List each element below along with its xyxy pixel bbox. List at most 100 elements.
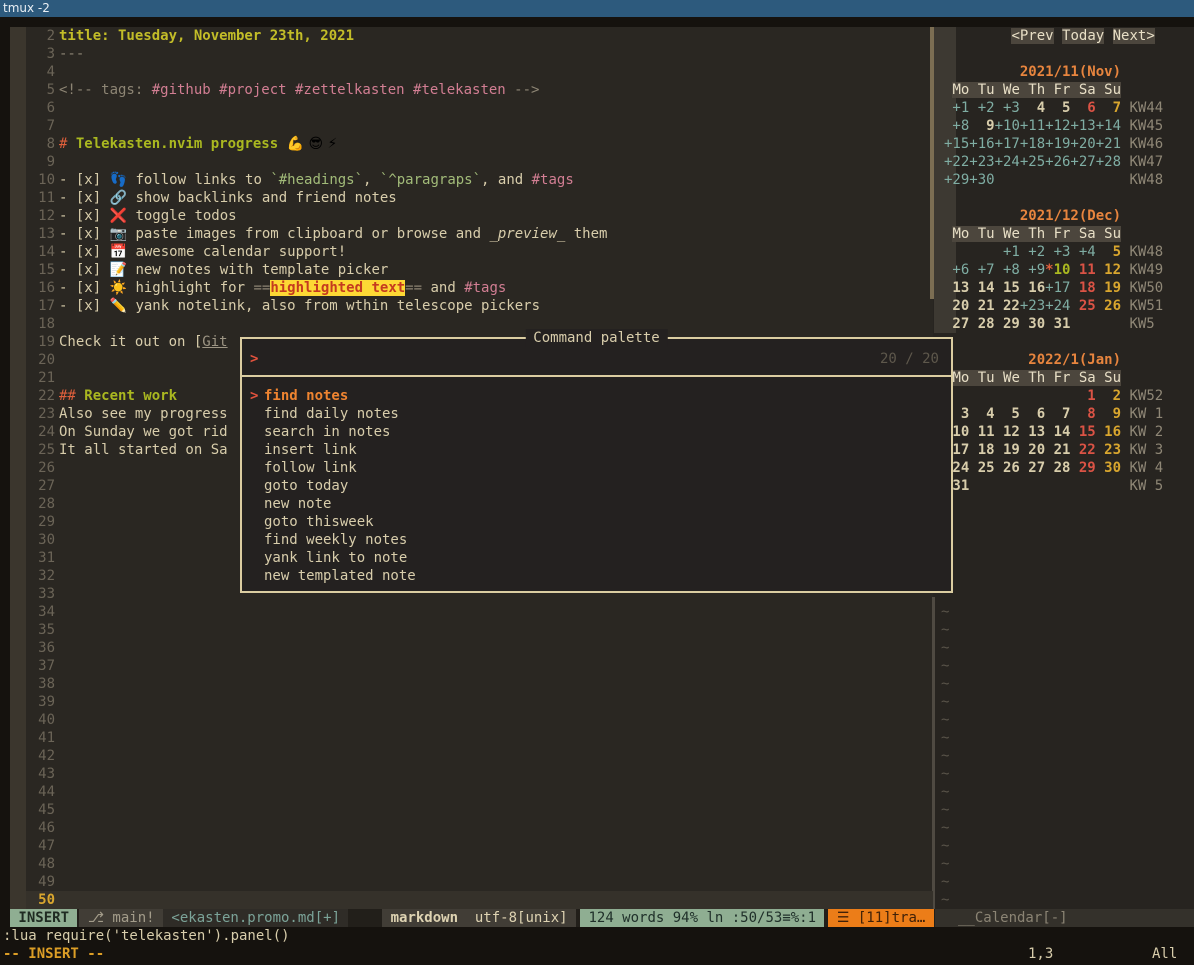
calendar-day-run[interactable]: 8 — [1070, 406, 1095, 422]
editor-line[interactable]: 9 — [26, 153, 933, 171]
window-title: tmux -2 — [0, 1, 50, 15]
calendar-weekday-header: Mo Tu We Th Fr Sa Su — [952, 82, 1121, 98]
editor-line[interactable]: 7 — [26, 117, 933, 135]
editor-line[interactable]: 8# Telekasten.nvim progress 💪 😎 ⚡ — [26, 135, 933, 153]
calendar-day-run[interactable]: 2 — [1096, 388, 1121, 404]
calendar-day-run[interactable]: 17 18 19 20 21 — [944, 442, 1070, 458]
command-line[interactable]: :lua require('telekasten').panel() — [3, 927, 290, 945]
editor-line[interactable]: 37 — [26, 657, 933, 675]
calendar-day-run[interactable]: 3 4 5 6 7 — [944, 406, 1070, 422]
editor-line[interactable]: 12- [x] ❌ toggle todos — [26, 207, 933, 225]
editor-line[interactable]: 16- [x] ☀️ highlight for ==highlighted t… — [26, 279, 933, 297]
calendar-day-run[interactable]: 20 21 22 — [944, 298, 1020, 314]
editor-line[interactable]: 45 — [26, 801, 933, 819]
palette-item[interactable]: search in notes — [242, 423, 951, 441]
calendar-day-run[interactable]: +8 — [944, 118, 969, 134]
editor-line[interactable]: 36 — [26, 639, 933, 657]
calendar-day-run[interactable]: 6 — [1070, 100, 1095, 116]
text-run: Telekasten.nvim progress — [76, 136, 287, 152]
editor-line[interactable]: 17- [x] ✏️ yank notelink, also from wthi… — [26, 297, 933, 315]
editor-line[interactable]: 6 — [26, 99, 933, 117]
editor-line[interactable]: 14- [x] 📅 awesome calendar support! — [26, 243, 933, 261]
editor-line[interactable]: 34 — [26, 603, 933, 621]
palette-item[interactable]: goto thisweek — [242, 513, 951, 531]
calendar-day-run[interactable]: 26 — [1096, 298, 1121, 314]
calendar-nav-button[interactable]: Today — [1062, 28, 1104, 44]
text-run: - [x] — [59, 298, 110, 314]
editor-line[interactable]: 2title: Tuesday, November 23th, 2021 — [26, 27, 933, 45]
editor-line[interactable]: 13- [x] 📷 paste images from clipboard or… — [26, 225, 933, 243]
calendar-day-run[interactable]: +29+30 — [944, 172, 995, 188]
editor-line[interactable]: 15- [x] 📝 new notes with template picker — [26, 261, 933, 279]
text-run: - [x] — [59, 172, 110, 188]
calendar-day-run[interactable]: 5 — [1096, 244, 1121, 260]
text-run: , — [363, 172, 380, 188]
calendar-day-run[interactable]: 18 — [1070, 280, 1095, 296]
calendar-day-run[interactable]: 15 — [1070, 424, 1095, 440]
editor-line[interactable]: 35 — [26, 621, 933, 639]
editor-line[interactable]: 11- [x] 🔗 show backlinks and friend note… — [26, 189, 933, 207]
calendar-day-run[interactable]: 25 — [1070, 298, 1095, 314]
editor-line[interactable]: 40 — [26, 711, 933, 729]
editor-line[interactable]: 3--- — [26, 45, 933, 63]
editor-line[interactable]: 42 — [26, 747, 933, 765]
window-titlebar[interactable]: tmux -2 — [0, 0, 1194, 17]
editor-line[interactable]: 4 — [26, 63, 933, 81]
palette-item[interactable]: new templated note — [242, 567, 951, 585]
palette-item[interactable]: new note — [242, 495, 951, 513]
line-number: 5 — [26, 81, 55, 99]
editor-line[interactable]: 43 — [26, 765, 933, 783]
editor-line[interactable]: 50 — [26, 891, 933, 909]
calendar-day-run[interactable]: 23 — [1096, 442, 1121, 458]
editor-line[interactable]: 18 — [26, 315, 933, 333]
calendar-day-run[interactable]: 12 — [1096, 262, 1121, 278]
calendar-day-run[interactable]: 22 — [1070, 442, 1095, 458]
editor-line[interactable]: 47 — [26, 837, 933, 855]
calendar-day-run[interactable]: +1 +2 +3 — [944, 100, 1020, 116]
calendar-day-run[interactable]: 10 11 12 13 14 — [944, 424, 1070, 440]
palette-item[interactable]: find daily notes — [242, 405, 951, 423]
calendar-day-run[interactable]: 29 — [1070, 460, 1095, 476]
calendar-day-run[interactable]: 1 — [1070, 388, 1095, 404]
calendar-day-run[interactable]: 24 25 26 27 28 — [944, 460, 1070, 476]
editor-line[interactable]: 44 — [26, 783, 933, 801]
left-scrollbar[interactable] — [10, 27, 26, 909]
calendar-day-run[interactable]: +22+23+24+25+26+27+28 — [944, 154, 1121, 170]
palette-item[interactable]: >find notes — [242, 387, 951, 405]
editor-line[interactable]: 5<!-- tags: #github #project #zettelkast… — [26, 81, 933, 99]
palette-prompt-input[interactable]: > — [250, 350, 258, 368]
palette-item[interactable]: goto today — [242, 477, 951, 495]
editor-line[interactable]: 10- [x] 👣 follow links to `#headings`, `… — [26, 171, 933, 189]
calendar-day-run[interactable]: +10+11+12+13+14 — [995, 118, 1121, 134]
editor-line[interactable]: 38 — [26, 675, 933, 693]
text-run — [944, 244, 995, 260]
calendar-day-run[interactable]: 4 5 — [1020, 100, 1071, 116]
editor-line[interactable]: 49 — [26, 873, 933, 891]
calendar-day-run[interactable]: 13 14 15 16 — [944, 280, 1045, 296]
palette-item[interactable]: insert link — [242, 441, 951, 459]
calendar-nav-button[interactable]: <Prev — [1011, 28, 1053, 44]
line-number: 10 — [26, 171, 55, 189]
line-number: 18 — [26, 315, 55, 333]
palette-item[interactable]: follow link — [242, 459, 951, 477]
calendar-nav-button[interactable]: Next> — [1113, 28, 1155, 44]
calendar-day-run[interactable]: 11 — [1070, 262, 1095, 278]
calendar-day-run[interactable]: +17 — [1045, 280, 1070, 296]
calendar-day-run[interactable]: +1 +2 +3 +4 — [995, 244, 1096, 260]
calendar-day-run[interactable]: 16 — [1096, 424, 1121, 440]
calendar-day-run[interactable]: +23+24 — [1020, 298, 1071, 314]
calendar-day-run[interactable]: 19 — [1096, 280, 1121, 296]
editor-line[interactable]: 39 — [26, 693, 933, 711]
palette-item[interactable]: yank link to note — [242, 549, 951, 567]
calendar-day-run[interactable]: 27 28 29 30 31 — [944, 316, 1070, 332]
calendar-day-run[interactable]: 9 — [1096, 406, 1121, 422]
calendar-day-run[interactable]: 30 — [1096, 460, 1121, 476]
calendar-day-run[interactable]: +15+16+17+18+19+20+21 — [944, 136, 1121, 152]
editor-line[interactable]: 48 — [26, 855, 933, 873]
calendar-day-run[interactable]: 7 — [1096, 100, 1121, 116]
calendar-day-run[interactable]: +6 +7 +8 +9 — [944, 262, 1045, 278]
editor-line[interactable]: 41 — [26, 729, 933, 747]
palette-item[interactable]: find weekly notes — [242, 531, 951, 549]
editor-line[interactable]: 46 — [26, 819, 933, 837]
calendar-day-run[interactable]: 9 — [969, 118, 994, 134]
